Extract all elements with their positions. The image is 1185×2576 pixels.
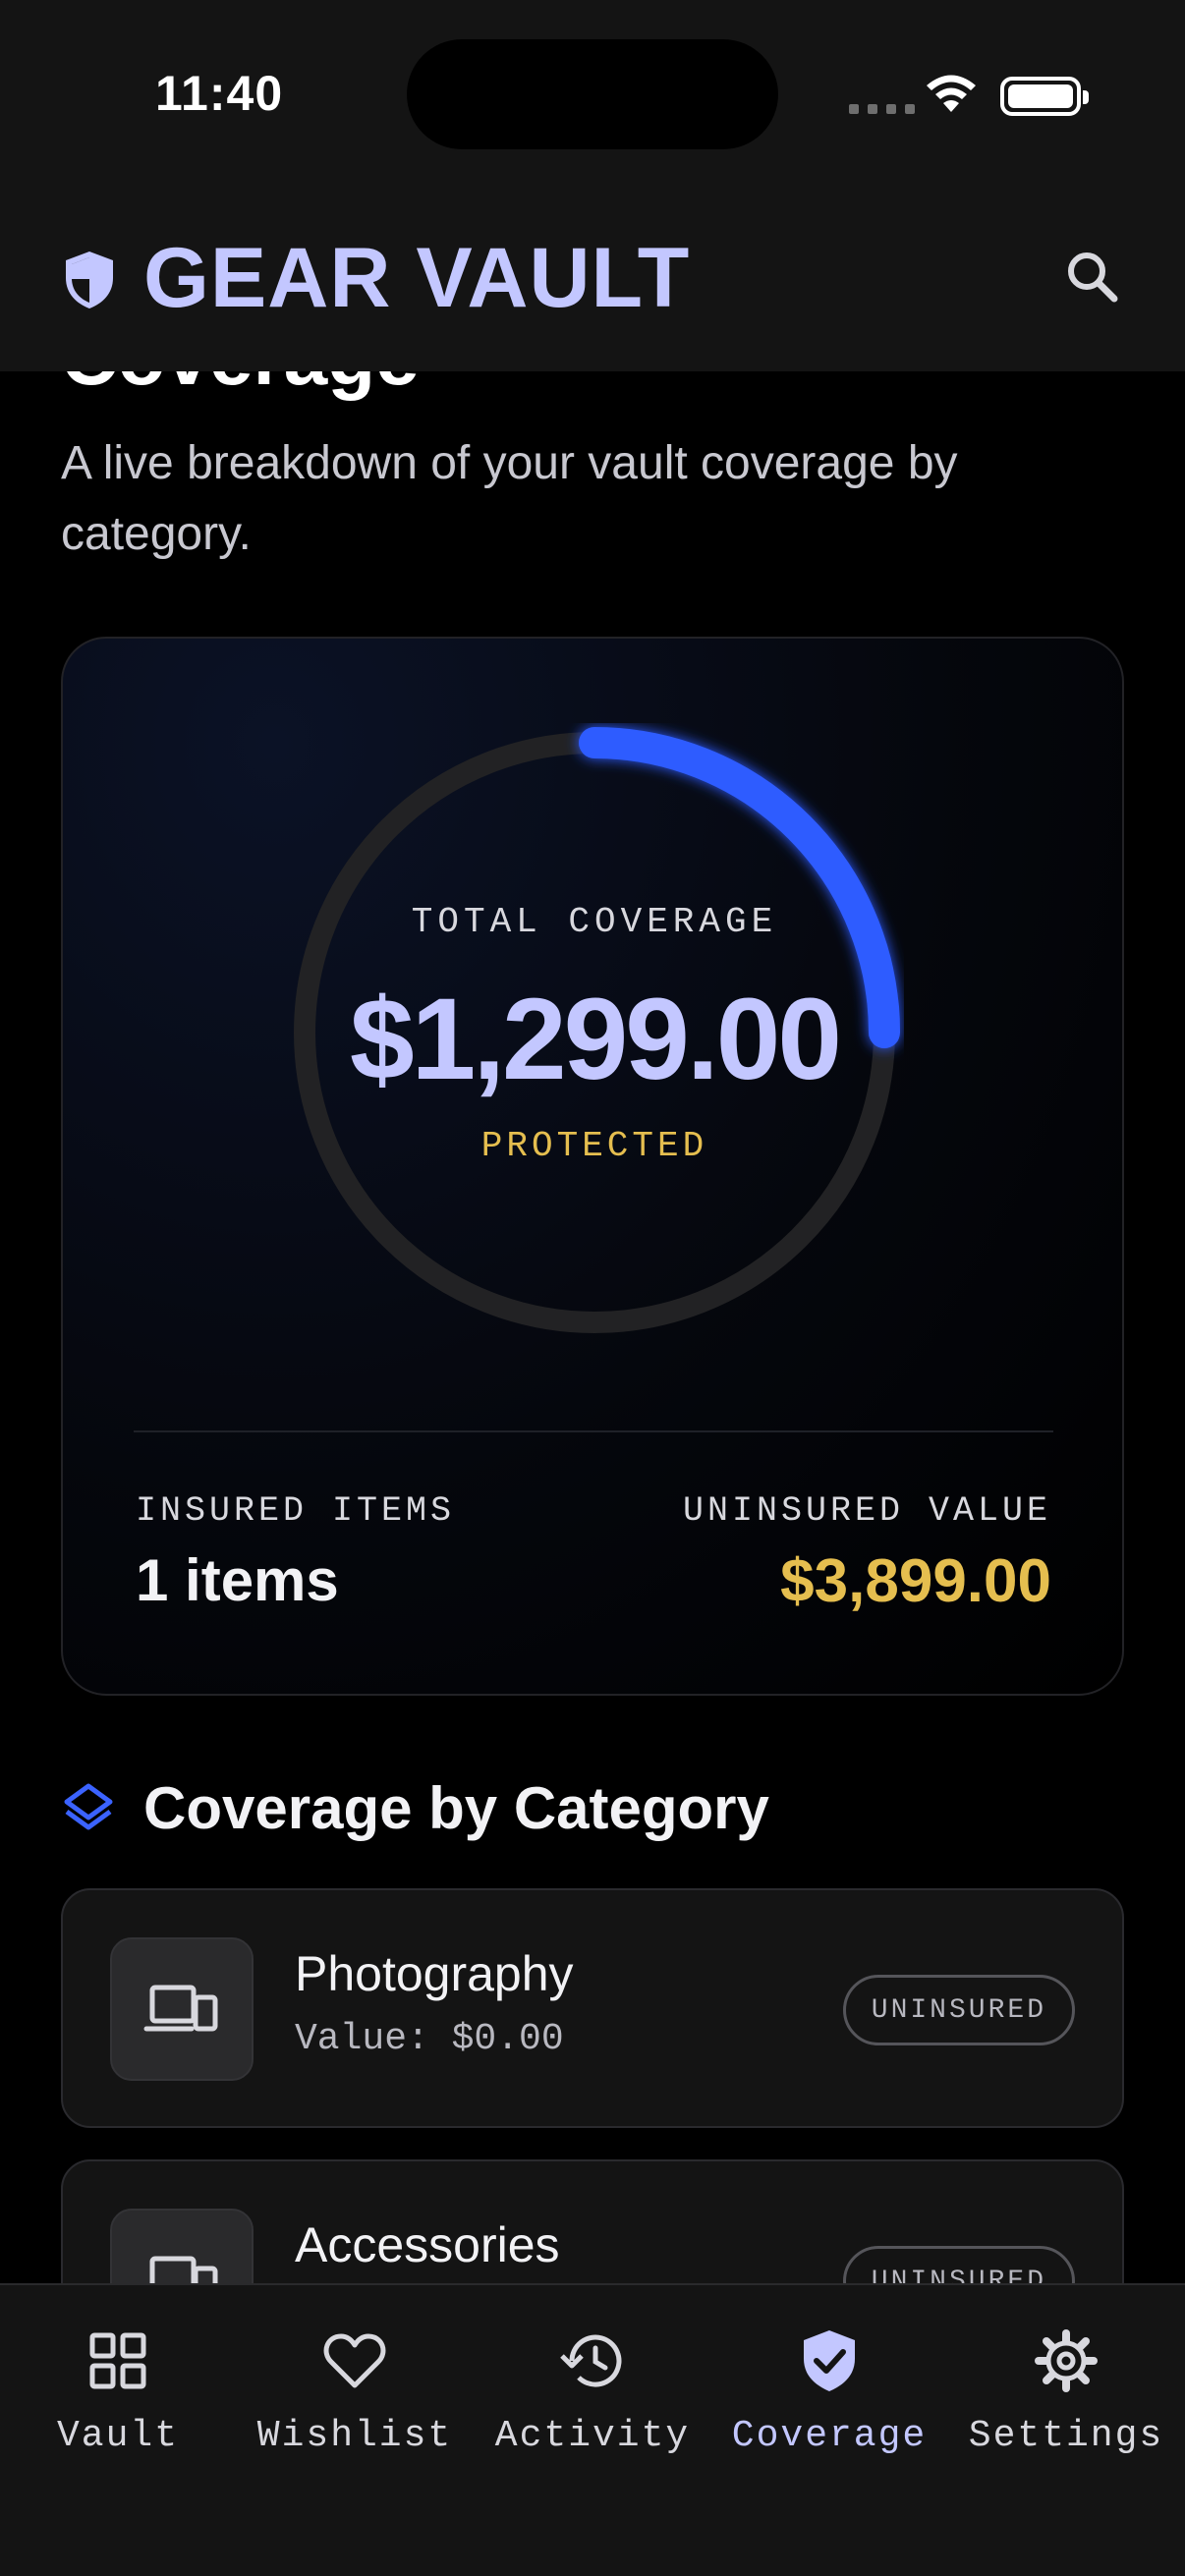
tab-label: Wishlist [256, 2415, 453, 2457]
category-name: Photography [295, 1946, 574, 2001]
coverage-summary-card: TOTAL COVERAGE $1,299.00 PROTECTED INSUR… [61, 637, 1124, 1696]
battery-icon [1000, 77, 1089, 116]
tab-settings[interactable]: Settings [958, 2324, 1174, 2482]
uninsured-badge: UNINSURED [842, 1975, 1075, 2045]
app-title: GEAR VAULT [143, 231, 691, 325]
wifi-icon [927, 75, 976, 112]
tab-label: Vault [56, 2415, 180, 2457]
search-icon[interactable] [1063, 248, 1122, 307]
category-name: Accessories [295, 2217, 560, 2272]
category-row[interactable]: Photography Value: $0.00 UNINSURED [61, 1888, 1124, 2128]
total-coverage-value: $1,299.00 [350, 975, 842, 1104]
layers-icon [64, 1783, 113, 1830]
tab-vault[interactable]: Vault [10, 2324, 226, 2482]
history-icon [560, 2334, 622, 2387]
dynamic-island [407, 39, 778, 149]
shield-icon [66, 252, 113, 308]
tab-activity[interactable]: Activity [484, 2324, 701, 2482]
insured-items-label: INSURED ITEMS [136, 1491, 456, 1531]
category-value: Value: $0.00 [295, 2018, 564, 2060]
app-header: GEAR VAULT [0, 196, 1185, 371]
uninsured-value-label: UNINSURED VALUE [682, 1491, 1051, 1531]
gear-icon [1035, 2329, 1098, 2392]
tab-label: Settings [968, 2415, 1164, 2457]
grid-icon [89, 2332, 146, 2389]
coverage-screen: 11:40 GEAR VAULT Coverage A live breakdo… [0, 0, 1185, 2576]
status-time: 11:40 [155, 66, 284, 121]
tab-coverage[interactable]: Coverage [721, 2324, 937, 2482]
tab-label: Coverage [731, 2415, 928, 2457]
cellular-signal-icon [849, 104, 915, 114]
tab-wishlist[interactable]: Wishlist [247, 2324, 463, 2482]
insured-items-value: 1 items [136, 1547, 339, 1613]
shield-check-icon [804, 2330, 855, 2391]
uninsured-value-amount: $3,899.00 [780, 1547, 1051, 1615]
category-section-title: Coverage by Category [143, 1775, 769, 1841]
tab-label: Activity [494, 2415, 691, 2457]
coverage-status: PROTECTED [480, 1126, 708, 1166]
heart-icon [323, 2333, 386, 2388]
devices-icon [110, 1937, 254, 2081]
bottom-tab-bar: Vault Wishlist Activity Coverage Setting… [0, 2283, 1185, 2576]
card-divider [134, 1430, 1053, 1432]
status-bar: 11:40 [0, 0, 1185, 196]
page-subtitle: A live breakdown of your vault coverage … [61, 437, 958, 560]
total-coverage-label: TOTAL COVERAGE [411, 902, 778, 942]
